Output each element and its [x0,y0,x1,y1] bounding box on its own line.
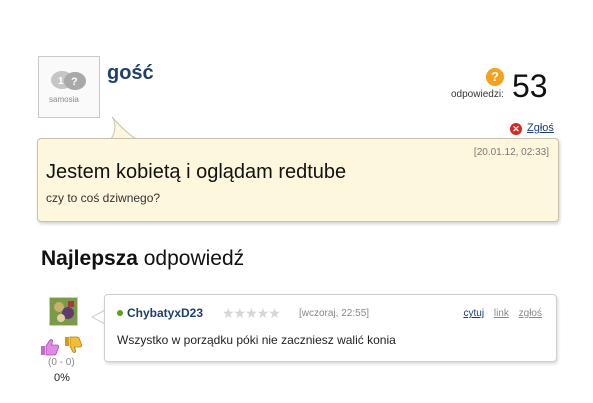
asker-avatar: 1 ? samosia [38,56,100,118]
question-box: [20.01.12, 02:33] Jestem kobietą i ogląd… [37,138,559,222]
vote-count: (0 - 0) [48,357,75,368]
vote-percent: 0% [54,372,70,384]
svg-text:?: ? [71,76,78,88]
cite-link[interactable]: cytuj [464,308,485,319]
asker-name[interactable]: gość [107,62,154,85]
question-date: [20.01.12, 02:33] [473,147,549,158]
answerer-avatar[interactable] [49,297,78,326]
question-mark-icon: ? [486,68,504,86]
answers-label: odpowiedzi: [451,89,504,100]
speech-bubbles-icon: 1 ? [51,71,86,90]
best-answer-heading-rest: odpowiedź [143,247,245,270]
svg-text:1: 1 [58,76,64,87]
best-answer-heading: Najlepsza odpowiedź [41,247,244,271]
answer-username[interactable]: ChybatyxD23 [127,306,203,320]
close-circle-icon[interactable]: ✕ [510,123,522,135]
answers-count: 53 [512,68,548,104]
rating-stars: ★★★★★ [222,305,281,321]
answer-box: ChybatyxD23 ★★★★★ [wczoraj, 22:55] cytuj… [104,294,557,362]
report-answer-link[interactable]: zgłoś [519,308,542,319]
answer-actions: cytuj link zgłoś [457,308,543,319]
avatar-logo-text: samosia [49,95,79,104]
answer-body: Wszystko w porządku póki nie zaczniesz w… [117,333,396,347]
permalink-link[interactable]: link [494,308,509,319]
bubble-tail [110,116,138,140]
answer-time: [wczoraj, 22:55] [299,308,370,319]
online-status-dot [117,310,123,316]
question-body: czy to coś dziwnego? [46,191,161,205]
best-answer-heading-bold: Najlepsza [41,247,138,270]
question-title: Jestem kobietą i oglądam redtube [46,161,347,183]
report-link[interactable]: Zgłoś [527,122,554,134]
thumb-up-icon[interactable] [40,338,60,356]
thumb-down-icon[interactable] [64,336,82,356]
